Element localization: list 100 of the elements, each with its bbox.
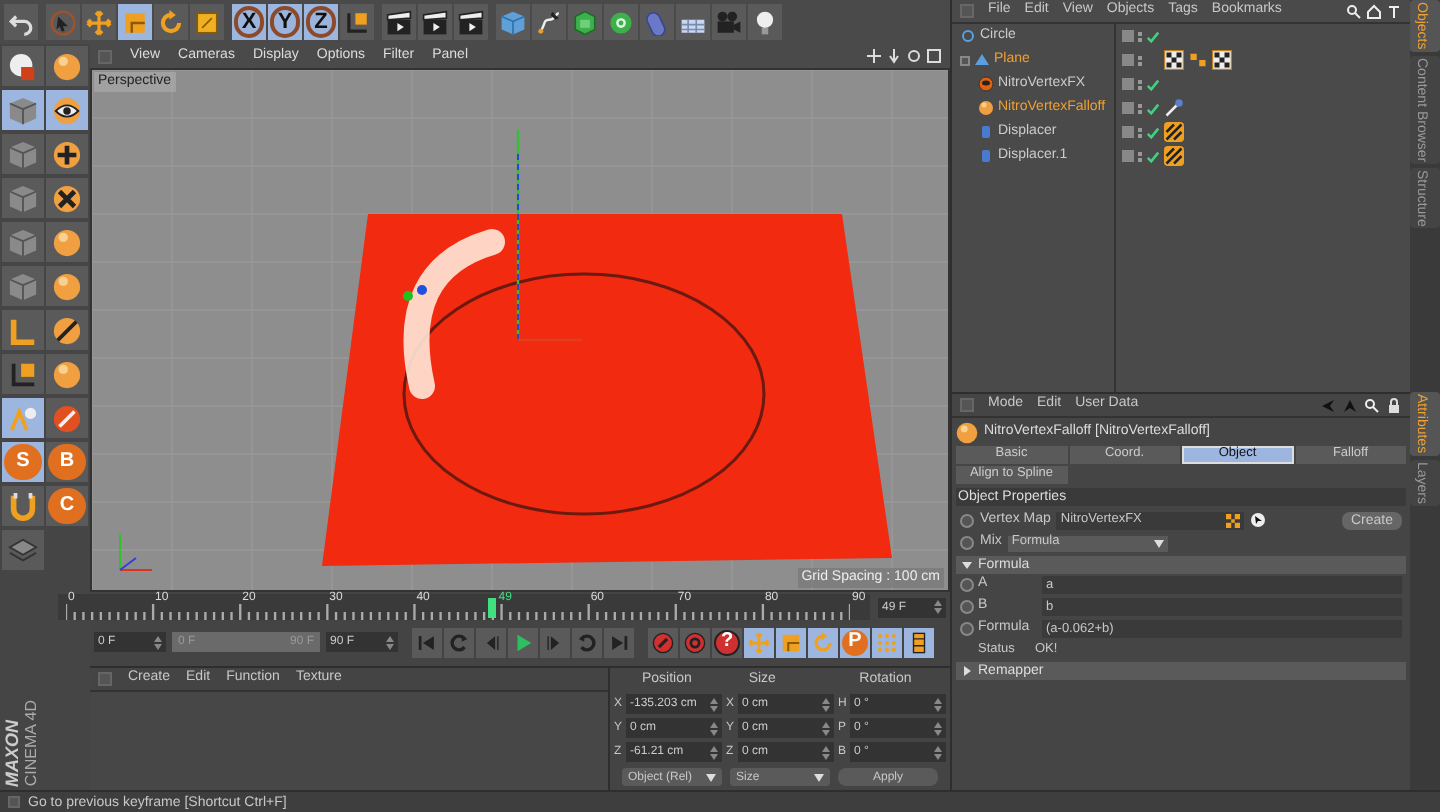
capsule-icon — [644, 9, 670, 35]
cube-icon — [8, 139, 38, 169]
pan-icon[interactable] — [866, 48, 882, 64]
sphere-icon — [978, 100, 994, 116]
tool-button[interactable] — [454, 4, 488, 40]
tool-button[interactable] — [604, 4, 638, 40]
status-cell[interactable] — [1116, 120, 1164, 144]
letter-tool-button[interactable]: C — [46, 486, 88, 526]
spinner-icon[interactable] — [822, 721, 830, 735]
spinner-icon[interactable] — [934, 697, 942, 711]
checker-icon — [1226, 513, 1241, 527]
lock-icon[interactable] — [1386, 397, 1402, 413]
slashed-circle-icon — [52, 315, 82, 345]
back-arrow-icon[interactable] — [1320, 397, 1336, 413]
spinner-icon[interactable] — [822, 697, 830, 711]
tool-button[interactable] — [340, 4, 374, 40]
snap-icon — [8, 403, 38, 433]
brush-icon — [52, 403, 82, 433]
tool-button[interactable] — [46, 310, 88, 350]
move-icon — [86, 9, 112, 35]
maximize-icon[interactable] — [926, 48, 942, 64]
tool-button[interactable] — [46, 398, 88, 438]
pen-icon — [536, 9, 562, 35]
cube-icon — [500, 9, 526, 35]
rotate-icon — [158, 9, 184, 35]
search-icon[interactable] — [1346, 3, 1362, 19]
caret-icon — [1153, 539, 1164, 547]
spinner-icon[interactable] — [386, 635, 394, 649]
gauge-icon — [978, 76, 994, 92]
bulb-icon — [752, 9, 778, 35]
tool-button[interactable] — [748, 4, 782, 40]
caret-icon — [706, 773, 716, 781]
disclosure-triangle-icon — [962, 666, 972, 676]
letter-tool-button[interactable]: P — [840, 627, 870, 657]
status-cell[interactable] — [1116, 72, 1164, 96]
layer-swatch[interactable] — [1122, 102, 1134, 114]
layer-swatch[interactable] — [1122, 30, 1134, 42]
expand-toggle[interactable] — [960, 55, 970, 65]
layer-swatch[interactable] — [1122, 78, 1134, 90]
status-cell[interactable] — [1116, 96, 1164, 120]
status-cell[interactable] — [1116, 144, 1164, 168]
dots-tag-icon[interactable] — [1188, 50, 1208, 70]
checker-tag-icon[interactable] — [1212, 50, 1232, 70]
tool-button[interactable] — [418, 4, 452, 40]
clapperboard-icon — [386, 9, 412, 35]
l-shape-icon — [8, 315, 38, 345]
magnet-icon — [8, 491, 38, 521]
tool-button[interactable] — [382, 4, 416, 40]
axes-icon — [8, 359, 38, 389]
layer-swatch[interactable] — [1122, 126, 1134, 138]
spinner-icon[interactable] — [934, 721, 942, 735]
tool-button[interactable] — [46, 134, 88, 174]
record-key-icon — [652, 631, 674, 653]
gem-icon — [572, 9, 598, 35]
cube-icon — [8, 95, 38, 125]
world-axes-icon — [119, 533, 153, 571]
search-icon[interactable] — [1364, 397, 1380, 413]
axis-button[interactable]: Y — [268, 4, 302, 40]
up-arrow-icon[interactable] — [1342, 397, 1358, 413]
pin-tag-icon[interactable] — [1164, 98, 1184, 118]
letter-tool-button[interactable]: ? — [712, 627, 742, 657]
scale-icon — [780, 631, 802, 653]
stripe-tag-icon[interactable] — [1164, 122, 1184, 142]
spinner-icon[interactable] — [710, 745, 718, 759]
letter-tool-button[interactable]: S — [2, 442, 44, 482]
spinner-icon[interactable] — [822, 745, 830, 759]
spinner-icon[interactable] — [154, 635, 162, 649]
tool-button[interactable] — [2, 354, 44, 394]
clapperboard-icon — [458, 9, 484, 35]
dot-grid-icon — [876, 631, 898, 653]
x-mark-icon — [52, 183, 82, 213]
flower-icon — [608, 9, 634, 35]
cube-icon — [8, 271, 38, 301]
auto-key-icon — [684, 631, 706, 653]
tool-button[interactable] — [2, 46, 44, 86]
axis-button[interactable]: X — [232, 4, 266, 40]
axis-button[interactable]: Z — [304, 4, 338, 40]
tool-button[interactable] — [46, 90, 88, 130]
zoom-arrow-icon[interactable] — [886, 48, 902, 64]
layers-icon — [8, 535, 38, 565]
tool-button[interactable] — [532, 4, 566, 40]
eye-icon — [52, 95, 82, 125]
playhead[interactable] — [488, 598, 497, 618]
home-icon[interactable] — [1366, 3, 1382, 19]
tool-button[interactable] — [904, 627, 934, 657]
tool-button[interactable] — [46, 178, 88, 218]
pick-arrow-icon[interactable] — [1250, 512, 1267, 528]
spinner-icon[interactable] — [710, 697, 718, 711]
spinner-icon[interactable] — [934, 600, 942, 614]
spinner-icon[interactable] — [934, 745, 942, 759]
checker-tag-icon[interactable] — [1164, 50, 1184, 70]
rotate-view-icon[interactable] — [906, 48, 922, 64]
loop-arrow-icon — [576, 631, 598, 653]
stripe-tag-icon[interactable] — [1164, 146, 1184, 166]
spinner-icon[interactable] — [710, 721, 718, 735]
letter-tool-button[interactable]: B — [46, 442, 88, 482]
check-icon[interactable] — [1146, 29, 1160, 43]
layer-swatch[interactable] — [1122, 150, 1134, 162]
layer-swatch[interactable] — [1122, 54, 1134, 66]
status-cell[interactable] — [1116, 24, 1164, 48]
